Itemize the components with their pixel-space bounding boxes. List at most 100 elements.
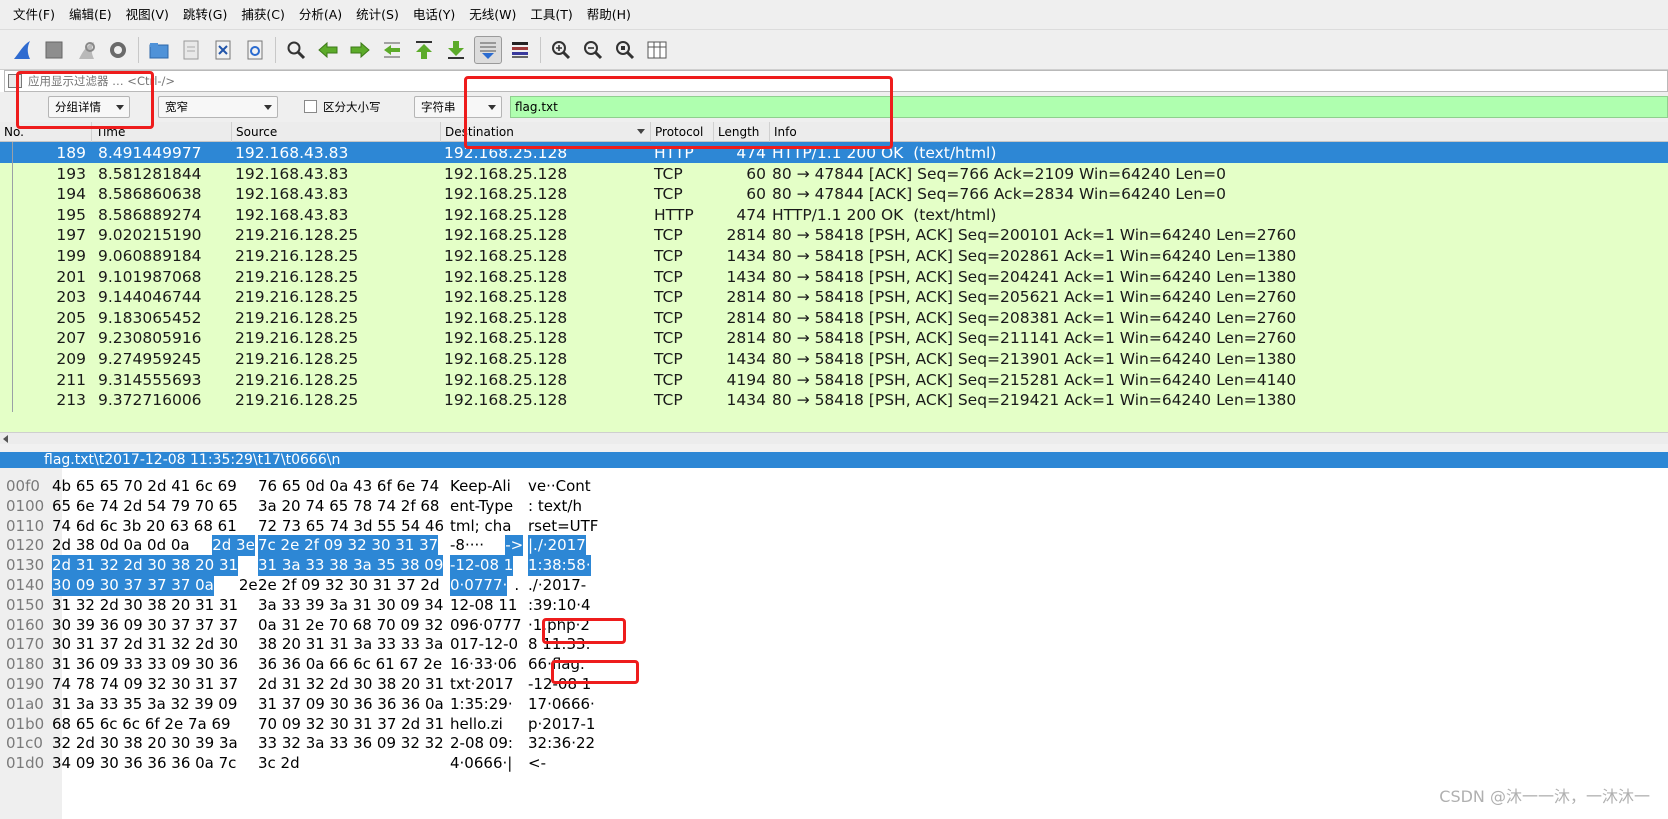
hex-bytes[interactable]: 2e [239,575,258,596]
ascii-text[interactable]: :39:10·4 [528,595,591,616]
hex-bytes[interactable]: 3a 33 39 3a 31 30 09 34 [258,595,443,616]
column-length[interactable]: Length [714,122,770,142]
column-protocol[interactable]: Protocol [651,122,714,142]
column-info[interactable]: Info [770,122,1668,142]
ascii-text[interactable]: 2-08 09: [450,733,513,754]
hex-bytes[interactable]: 2d 31 32 2d 30 38 20 31 [258,674,444,695]
packet-row[interactable]: 207 9.230805916 219.216.128.25 192.168.25.1… [0,327,1668,350]
packet-row[interactable]: 211 9.314555693 219.216.128.25 192.168.25.1… [0,368,1668,391]
menu-item[interactable]: 视图(V) [119,0,176,30]
menu-item[interactable]: 跳转(G) [176,0,234,30]
zoom-out-icon[interactable] [579,36,607,64]
hex-bytes[interactable]: 3c 2d [258,753,300,774]
zoom-normal-icon[interactable] [611,36,639,64]
ascii-text[interactable]: 32:36·22 [528,733,595,754]
hex-bytes[interactable]: 76 65 0d 0a 43 6f 6e 74 [258,476,439,497]
packet-row[interactable]: 203 9.144046744 219.216.128.25 192.168.25.1… [0,286,1668,309]
hex-bytes-highlighted[interactable]: 7c 2e 2f 09 32 30 31 37 [258,535,439,557]
ascii-text[interactable]: 4·0666·| [450,753,512,774]
hex-bytes[interactable]: 30 31 37 2d 31 32 2d 30 [52,634,238,655]
go-to-packet-icon[interactable] [378,36,406,64]
find-icon[interactable] [282,36,310,64]
restart-icon[interactable] [72,36,100,64]
ascii-text[interactable]: 17·0666· [528,694,595,715]
filter-bookmark-icon[interactable] [8,74,22,88]
shark-fin-icon[interactable] [8,36,36,64]
hex-bytes[interactable]: 72 73 65 74 3d 55 54 46 [258,516,444,537]
menu-item[interactable]: 编辑(E) [62,0,119,30]
file-icon[interactable] [177,36,205,64]
case-sensitive-checkbox[interactable] [304,100,317,113]
hex-bytes[interactable]: 3a 20 74 65 78 74 2f 68 [258,496,439,517]
hex-bytes[interactable]: 31 3a 33 35 3a 32 39 09 [52,694,237,715]
scroll-left-icon[interactable] [3,435,8,443]
hex-bytes[interactable]: 65 6e 74 2d 54 79 70 65 [52,496,238,517]
search-type-select[interactable]: 字符串 [414,96,502,118]
autoscroll-icon[interactable] [474,35,502,64]
menu-item[interactable]: 电话(Y) [406,0,462,30]
hex-bytes[interactable]: 31 32 2d 30 38 20 31 31 [52,595,238,616]
ascii-text[interactable]: 12-08 11 [450,595,517,616]
ascii-text[interactable]: ./·2017- [528,575,586,596]
column-source[interactable]: Source [232,122,441,142]
ascii-text[interactable]: 096·0777 [450,615,522,636]
ascii-text[interactable]: txt·2017 [450,674,514,695]
options-gear-icon[interactable] [104,36,132,64]
hex-bytes[interactable]: 30 39 36 09 30 37 37 37 [52,615,238,636]
ascii-text[interactable]: 66·flag. [528,654,585,675]
ascii-text[interactable]: rset=UTF [528,516,598,537]
packet-row[interactable]: 201 9.101987068 219.216.128.25 192.168.25.1… [0,265,1668,288]
search-in-select[interactable]: 分组详情 [48,96,130,118]
ascii-text[interactable]: 16·33·06 [450,654,517,675]
hex-bytes[interactable]: 32 2d 30 38 20 30 39 3a [52,733,238,754]
hex-bytes[interactable]: 74 6d 6c 3b 20 63 68 61 [52,516,237,537]
ascii-text[interactable]: ve··Cont [528,476,591,497]
ascii-text-highlighted[interactable]: 1:38:58· [528,555,591,577]
colorize-icon[interactable] [506,36,534,64]
open-folder-icon[interactable] [145,36,173,64]
first-packet-icon[interactable] [410,36,438,64]
display-filter-input[interactable] [28,74,628,88]
menu-item[interactable]: 工具(T) [523,0,579,30]
ascii-text-highlighted[interactable]: 0·0777· [450,575,508,596]
ascii-text[interactable]: 8 11:33: [528,634,591,655]
ascii-text[interactable]: ent-Type [450,496,513,517]
hex-bytes[interactable]: 2e 2f 09 32 30 31 37 2d [258,575,439,596]
column-no[interactable]: No. [0,122,92,142]
ascii-text[interactable]: p·2017-1 [528,714,595,735]
column-destination[interactable]: Destination [441,122,651,142]
resize-columns-icon[interactable] [643,36,671,64]
packet-row[interactable]: 197 9.020215190 219.216.128.25 192.168.25.1… [0,224,1668,247]
packet-row-selected[interactable]: 189 8.491449977 192.168.43.83 192.168.25.12… [0,142,1668,164]
hex-bytes[interactable]: 36 36 0a 66 6c 61 67 2e [258,654,442,675]
hex-bytes[interactable]: 33 32 3a 33 36 09 32 32 [258,733,444,754]
ascii-text-highlighted[interactable]: |./·2017 [528,535,586,557]
hex-bytes[interactable]: 0a 31 2e 70 68 70 09 32 [258,615,443,636]
charset-select[interactable]: 宽窄 [158,96,278,118]
packet-row[interactable]: 205 9.183065452 219.216.128.25 192.168.25.1… [0,306,1668,329]
hex-bytes-highlighted[interactable]: 2d 3e [212,535,255,557]
menu-item[interactable]: 分析(A) [292,0,349,30]
hex-bytes-highlighted[interactable]: 30 09 30 37 37 37 0a [52,575,214,596]
packet-detail-selected-row[interactable]: flag.txt\t2017-12-08 11:35:29\t17\t0666\… [0,452,1668,468]
packet-row[interactable]: 195 8.586889274 192.168.43.83 192.168.25.12… [0,203,1668,226]
hex-bytes[interactable]: 74 78 74 09 32 30 31 37 [52,674,238,695]
packet-row[interactable]: 199 9.060889184 219.216.128.25 192.168.25.1… [0,245,1668,267]
hex-bytes[interactable]: 2d 38 0d 0a 0d 0a [52,535,190,556]
menu-item[interactable]: 统计(S) [349,0,406,30]
packet-row[interactable]: 194 8.586860638 192.168.43.83 192.168.25.12… [0,183,1668,206]
hex-bytes[interactable]: 34 09 30 36 36 36 0a 7c [52,753,236,774]
packet-row[interactable]: 209 9.274959245 219.216.128.25 192.168.25.1… [0,348,1668,370]
menu-item[interactable]: 帮助(H) [580,0,638,30]
hex-bytes[interactable]: 70 09 32 30 31 37 2d 31 [258,714,444,735]
ascii-text[interactable]: Keep-Ali [450,476,511,497]
forward-arrow-icon[interactable] [346,36,374,64]
search-string-input[interactable]: flag.txt [510,96,1668,118]
ascii-text-highlighted[interactable]: -> [505,535,524,557]
last-packet-icon[interactable] [442,36,470,64]
reload-icon[interactable] [241,36,269,64]
hex-bytes[interactable]: 31 37 09 30 36 36 36 0a [258,694,444,715]
ascii-text[interactable]: <- [528,753,546,774]
ascii-text[interactable]: . [514,575,519,596]
zoom-in-icon[interactable] [547,36,575,64]
